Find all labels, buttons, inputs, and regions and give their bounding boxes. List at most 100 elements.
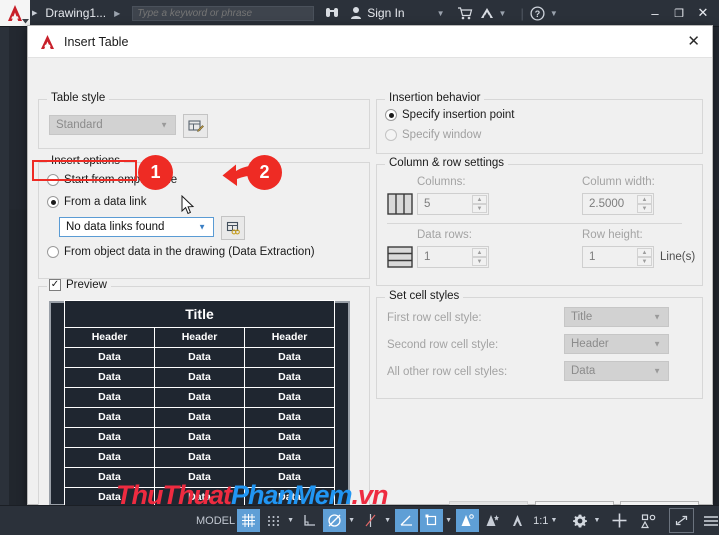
- preview-header-cell: Header: [154, 326, 245, 348]
- object-snap-tracking-icon[interactable]: [359, 509, 382, 532]
- autodesk-chevron-icon[interactable]: ▼: [499, 9, 507, 18]
- snap-mode-icon[interactable]: [262, 509, 285, 532]
- data-link-manager-button[interactable]: [221, 216, 245, 240]
- preview-data-cell: Data: [154, 446, 245, 468]
- lineweight-icon[interactable]: [420, 509, 444, 532]
- watermark-part-2: Thuat: [162, 480, 231, 510]
- settings-divider: [387, 223, 682, 224]
- mouse-cursor: [181, 194, 195, 220]
- columns-increment-icon[interactable]: ▲: [472, 195, 487, 204]
- signin-chevron-icon[interactable]: ▼: [437, 9, 445, 18]
- preview-header-cell: Header: [64, 326, 155, 348]
- columns-stepper-buttons[interactable]: ▲ ▼: [472, 195, 487, 213]
- first-row-cell-style-combo[interactable]: Title ▼: [564, 307, 669, 327]
- annotation-highlight-from-a-data-link: [32, 160, 137, 181]
- document-list-chevron-icon[interactable]: ▶: [114, 9, 120, 18]
- columns-stepper[interactable]: 5 ▲ ▼: [417, 193, 489, 215]
- snap-mode-chevron-icon[interactable]: ▼: [285, 517, 296, 524]
- column-width-stepper[interactable]: 2.5000 ▲ ▼: [582, 193, 654, 215]
- radio-from-object-data[interactable]: From object data in the drawing (Data Ex…: [47, 246, 315, 258]
- table-style-editor-button[interactable]: [183, 114, 208, 138]
- preview-data-cell: Data: [244, 426, 335, 448]
- customization-menu-icon[interactable]: [699, 509, 719, 532]
- quick-access-chevron-icon[interactable]: ▶: [32, 9, 37, 17]
- column-width-decrement-icon[interactable]: ▼: [637, 204, 652, 213]
- columns-decrement-icon[interactable]: ▼: [472, 204, 487, 213]
- annotation-scale-value[interactable]: 1:1: [533, 515, 548, 527]
- table-style-value: Standard: [56, 119, 103, 131]
- rows-icon: [387, 246, 413, 273]
- document-name[interactable]: Drawing1...: [45, 6, 106, 20]
- chevron-down-icon: ▼: [160, 120, 168, 130]
- preview-table-body: Title Header Header Header Data Data Data Data D…: [64, 299, 335, 508]
- question-mark-help-icon[interactable]: ?: [530, 5, 545, 21]
- data-link-combo[interactable]: No data links found ▼: [59, 217, 214, 237]
- polar-tracking-icon[interactable]: [323, 509, 347, 532]
- radio-from-a-data-link[interactable]: From a data link: [47, 196, 146, 208]
- preview-header-row: Header Header Header: [64, 326, 335, 348]
- autocad-a-logo-icon[interactable]: [0, 0, 30, 26]
- column-width-stepper-buttons[interactable]: ▲ ▼: [637, 195, 652, 213]
- dialog-close-icon[interactable]: ✕: [687, 34, 700, 49]
- polar-tracking-chevron-icon[interactable]: ▼: [346, 517, 357, 524]
- titlebar-divider: |: [520, 5, 524, 21]
- watermark-part-1: Thu: [116, 480, 163, 510]
- annotation-scale-icon[interactable]: [506, 509, 529, 532]
- insertion-behavior-group: Insertion behavior Specify insertion poi…: [376, 92, 703, 154]
- row-height-unit-label: Line(s): [660, 251, 696, 263]
- table-style-legend: Table style: [47, 92, 110, 104]
- preview-data-cell: Data: [64, 406, 155, 428]
- data-rows-increment-icon[interactable]: ▲: [472, 248, 487, 257]
- annotation-visibility-icon[interactable]: [456, 509, 480, 532]
- preview-data-cell: Data: [154, 366, 245, 388]
- annotation-marker-1: 1: [138, 155, 173, 190]
- column-width-value: 2.5000: [589, 198, 625, 210]
- data-rows-stepper[interactable]: 1 ▲ ▼: [417, 246, 489, 268]
- autodesk-triangle-icon[interactable]: [480, 7, 494, 19]
- workspace-gear-icon[interactable]: [568, 509, 591, 532]
- grid-display-icon[interactable]: [237, 509, 261, 532]
- minimize-button[interactable]: –: [643, 6, 667, 21]
- hardware-acceleration-icon[interactable]: [608, 509, 631, 532]
- data-rows-stepper-buttons[interactable]: ▲ ▼: [472, 248, 487, 266]
- radio-specify-insertion-point[interactable]: Specify insertion point: [385, 109, 515, 121]
- second-row-cell-style-label: Second row cell style:: [387, 339, 499, 351]
- row-height-increment-icon[interactable]: ▲: [637, 248, 652, 257]
- second-row-cell-style-combo[interactable]: Header ▼: [564, 334, 669, 354]
- workspace-chevron-icon[interactable]: ▼: [591, 517, 602, 524]
- lineweight-chevron-icon[interactable]: ▼: [443, 517, 454, 524]
- data-rows-decrement-icon[interactable]: ▼: [472, 257, 487, 266]
- object-snap-icon[interactable]: [395, 509, 419, 532]
- preview-data-cell: Data: [64, 346, 155, 368]
- autocad-a-logo-icon: [39, 34, 56, 50]
- isolate-objects-icon[interactable]: [637, 509, 660, 532]
- chevron-down-icon: ▼: [198, 222, 206, 232]
- row-height-decrement-icon[interactable]: ▼: [637, 257, 652, 266]
- person-icon[interactable]: [350, 6, 362, 20]
- object-snap-tracking-chevron-icon[interactable]: ▼: [382, 517, 393, 524]
- radio-label: Specify window: [402, 129, 482, 141]
- preview-group: ✓ Preview Title Header Header Header Data Dat…: [38, 279, 370, 513]
- signin-label[interactable]: Sign In: [367, 6, 404, 20]
- model-space-tab[interactable]: MODEL: [196, 515, 235, 527]
- column-width-increment-icon[interactable]: ▲: [637, 195, 652, 204]
- help-chevron-icon[interactable]: ▼: [550, 9, 558, 18]
- binoculars-search-icon[interactable]: [324, 6, 340, 20]
- row-height-stepper-buttons[interactable]: ▲ ▼: [637, 248, 652, 266]
- radio-indicator: [385, 129, 397, 141]
- radio-indicator: [47, 246, 59, 258]
- row-height-stepper[interactable]: 1 ▲ ▼: [582, 246, 654, 268]
- preview-data-row: Data Data Data: [64, 426, 335, 448]
- close-button[interactable]: ✕: [691, 5, 715, 21]
- autoscale-icon[interactable]: [481, 509, 504, 532]
- data-link-manager-icon: [226, 221, 240, 235]
- preview-checkbox[interactable]: ✓: [49, 279, 61, 291]
- fullscreen-icon[interactable]: [669, 508, 695, 533]
- all-other-row-cell-styles-combo[interactable]: Data ▼: [564, 361, 669, 381]
- shopping-cart-icon[interactable]: [457, 6, 473, 20]
- maximize-button[interactable]: ❐: [667, 7, 691, 20]
- ortho-mode-icon[interactable]: [298, 509, 321, 532]
- annotation-scale-chevron-icon[interactable]: ▼: [548, 517, 559, 524]
- table-style-combo[interactable]: Standard ▼: [49, 115, 176, 135]
- search-input[interactable]: [132, 5, 315, 21]
